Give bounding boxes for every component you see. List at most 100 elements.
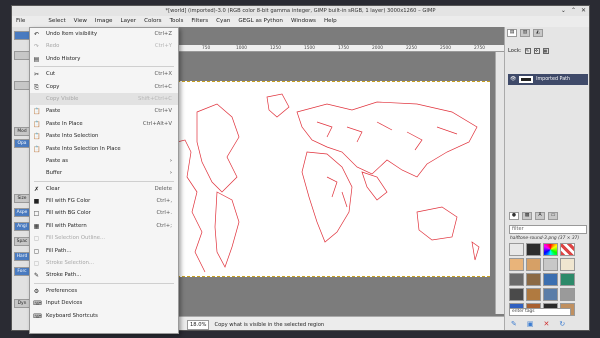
refresh-brushes-icon[interactable]: ↻ [559,320,565,328]
brush-swatch[interactable] [560,243,575,256]
brush-swatch[interactable] [526,258,541,271]
menu-item-fill-with-bg-color[interactable]: □ Fill with BG Color Ctrl+. [30,207,178,219]
menu-item-shortcut: Ctrl+; [156,222,172,229]
canvas-area[interactable]: 750 1000 1250 1500 1750 2000 2250 2500 2… [177,27,504,330]
menu-separator [34,66,174,68]
brush-grid[interactable] [509,243,587,316]
menu-item-keyboard-shortcuts[interactable]: ⌨ Keyboard Shortcuts [30,310,178,322]
menu-item-clear[interactable]: ✗ Clear Delete [30,183,178,195]
close-icon[interactable]: ✕ [581,7,586,15]
menu-item-fill-path[interactable]: ▢ Fill Path... [30,245,178,257]
menu-item-fill-selection-outline[interactable]: ▢ Fill Selection Outline... [30,232,178,244]
menu-item-undo-item-visibility[interactable]: ↶ Undo Item visibility Ctrl+Z [30,28,178,40]
menu-select[interactable]: Select [44,16,69,27]
menu-item-paste[interactable]: 📋 Paste Ctrl+V [30,105,178,117]
paste-into-selection-icon: 📋 [33,133,41,141]
brush-swatch[interactable] [509,273,524,286]
tool-icon[interactable] [14,51,30,60]
brush-swatch[interactable] [560,273,575,286]
menu-item-cut[interactable]: ✂ Cut Ctrl+X [30,68,178,80]
menu-cyan[interactable]: Cyan [212,16,234,27]
menu-tools[interactable]: Tools [166,16,188,27]
brush-swatch[interactable] [543,288,558,301]
brush-swatch[interactable] [526,273,541,286]
size-slider[interactable]: Size [14,194,30,203]
menu-item-input-devices[interactable]: ⌨ Input Devices [30,297,178,309]
menu-item-stroke-selection[interactable]: ▢ Stroke Selection... [30,257,178,269]
minimize-icon[interactable]: ⌄ [561,7,566,15]
menu-view[interactable]: View [70,16,91,27]
delete-brush-icon[interactable]: ✕ [544,320,550,328]
menu-separator [34,282,174,284]
lock-position-icon[interactable]: ✣ [533,48,540,54]
menu-colors[interactable]: Colors [140,16,166,27]
hardness-slider[interactable]: Hard [14,252,30,261]
menu-item-label: Preferences [46,287,78,294]
menu-item-preferences[interactable]: ⚙ Preferences [30,285,178,297]
channels-tab-icon[interactable]: ▥ [520,29,530,37]
document-history-tab-icon[interactable]: ▭ [548,212,558,220]
maximize-icon[interactable]: ⌃ [571,7,576,15]
brush-swatch[interactable] [509,288,524,301]
menu-item-fill-with-fg-color[interactable]: ■ Fill with FG Color Ctrl+, [30,195,178,207]
zoom-level[interactable]: 18.0% [187,319,210,330]
paths-tab-icon[interactable]: ◭ [533,29,543,37]
menu-item-paste-in-place[interactable]: 📋 Paste In Place Ctrl+Alt+V [30,118,178,130]
lock-pixels-icon[interactable]: ✎ [524,48,531,54]
menu-item-copy-visible[interactable]: Copy Visible Shift+Ctrl+C [30,92,178,106]
menu-item-paste-as[interactable]: Paste as › [30,155,178,167]
menu-item-copy[interactable]: ⎘ Copy Ctrl+C [30,81,178,93]
menu-gegl-python[interactable]: GEGL as Python [234,16,287,27]
ruler-tick: 2250 [406,46,417,51]
menu-item-paste-into-selection[interactable]: 📋 Paste Into Selection [30,130,178,142]
tool-icon[interactable] [14,31,30,40]
brush-swatch[interactable] [560,288,575,301]
spacing-slider[interactable]: Spac [14,237,30,246]
menu-item-label: Fill with BG Color [46,210,91,217]
image-canvas[interactable] [177,81,490,277]
fonts-tab-icon[interactable]: A [535,212,545,220]
brush-swatch[interactable] [526,243,541,256]
menu-item-undo-history[interactable]: ▤ Undo History [30,53,178,65]
new-brush-icon[interactable]: ▣ [527,320,534,328]
vertical-scrollbar[interactable] [495,52,504,314]
aspect-slider[interactable]: Aspe [14,208,30,217]
fill-with-fg-color-icon: ■ [33,198,40,206]
edit-brush-icon[interactable]: ✎ [511,320,517,328]
brush-swatch[interactable] [543,258,558,271]
paste-icon: 📋 [33,108,41,116]
visibility-eye-icon[interactable]: 👁 [510,77,516,82]
angle-slider[interactable]: Angl [14,222,30,231]
menu-item-fill-with-pattern[interactable]: ▦ Fill with Pattern Ctrl+; [30,220,178,232]
menu-item-paste-into-selection-in-place[interactable]: 📋 Paste Into Selection In Place [30,143,178,155]
submenu-arrow-icon: › [169,170,172,177]
menu-layer[interactable]: Layer [116,16,140,27]
mode-select[interactable]: Mod [14,127,30,136]
brush-swatch[interactable] [560,258,575,271]
menu-filters[interactable]: Filters [187,16,212,27]
fill-with-pattern-icon: ▦ [33,222,40,230]
menu-help[interactable]: Help [320,16,341,27]
brush-filter-input[interactable]: filter [509,225,587,234]
opacity-slider[interactable]: Opa [14,139,30,148]
menu-windows[interactable]: Windows [287,16,320,27]
brush-swatch[interactable] [526,288,541,301]
layers-tab-icon[interactable]: ▤ [507,29,517,37]
brush-swatch[interactable] [509,243,524,256]
brush-swatch[interactable] [543,273,558,286]
dynamics-select[interactable]: Dyn [14,299,30,308]
patterns-tab-icon[interactable]: ▩ [522,212,532,220]
tool-icon[interactable] [14,81,30,90]
lock-alpha-icon[interactable]: ▦ [542,48,549,54]
menu-item-redo[interactable]: ↷ Redo Ctrl+Y [30,40,178,52]
menu-file[interactable]: File [12,16,29,27]
brush-swatch[interactable] [543,243,558,256]
brush-swatch[interactable] [509,258,524,271]
brush-tag-input[interactable]: enter tags [509,308,571,316]
brushes-tab-icon[interactable]: ● [509,212,519,220]
force-slider[interactable]: Forc [14,267,30,276]
menu-item-buffer[interactable]: Buffer › [30,167,178,179]
layer-row[interactable]: 👁 Imported Path [508,74,588,85]
menu-image[interactable]: Image [91,16,117,27]
menu-item-stroke-path[interactable]: ✎ Stroke Path... [30,269,178,281]
